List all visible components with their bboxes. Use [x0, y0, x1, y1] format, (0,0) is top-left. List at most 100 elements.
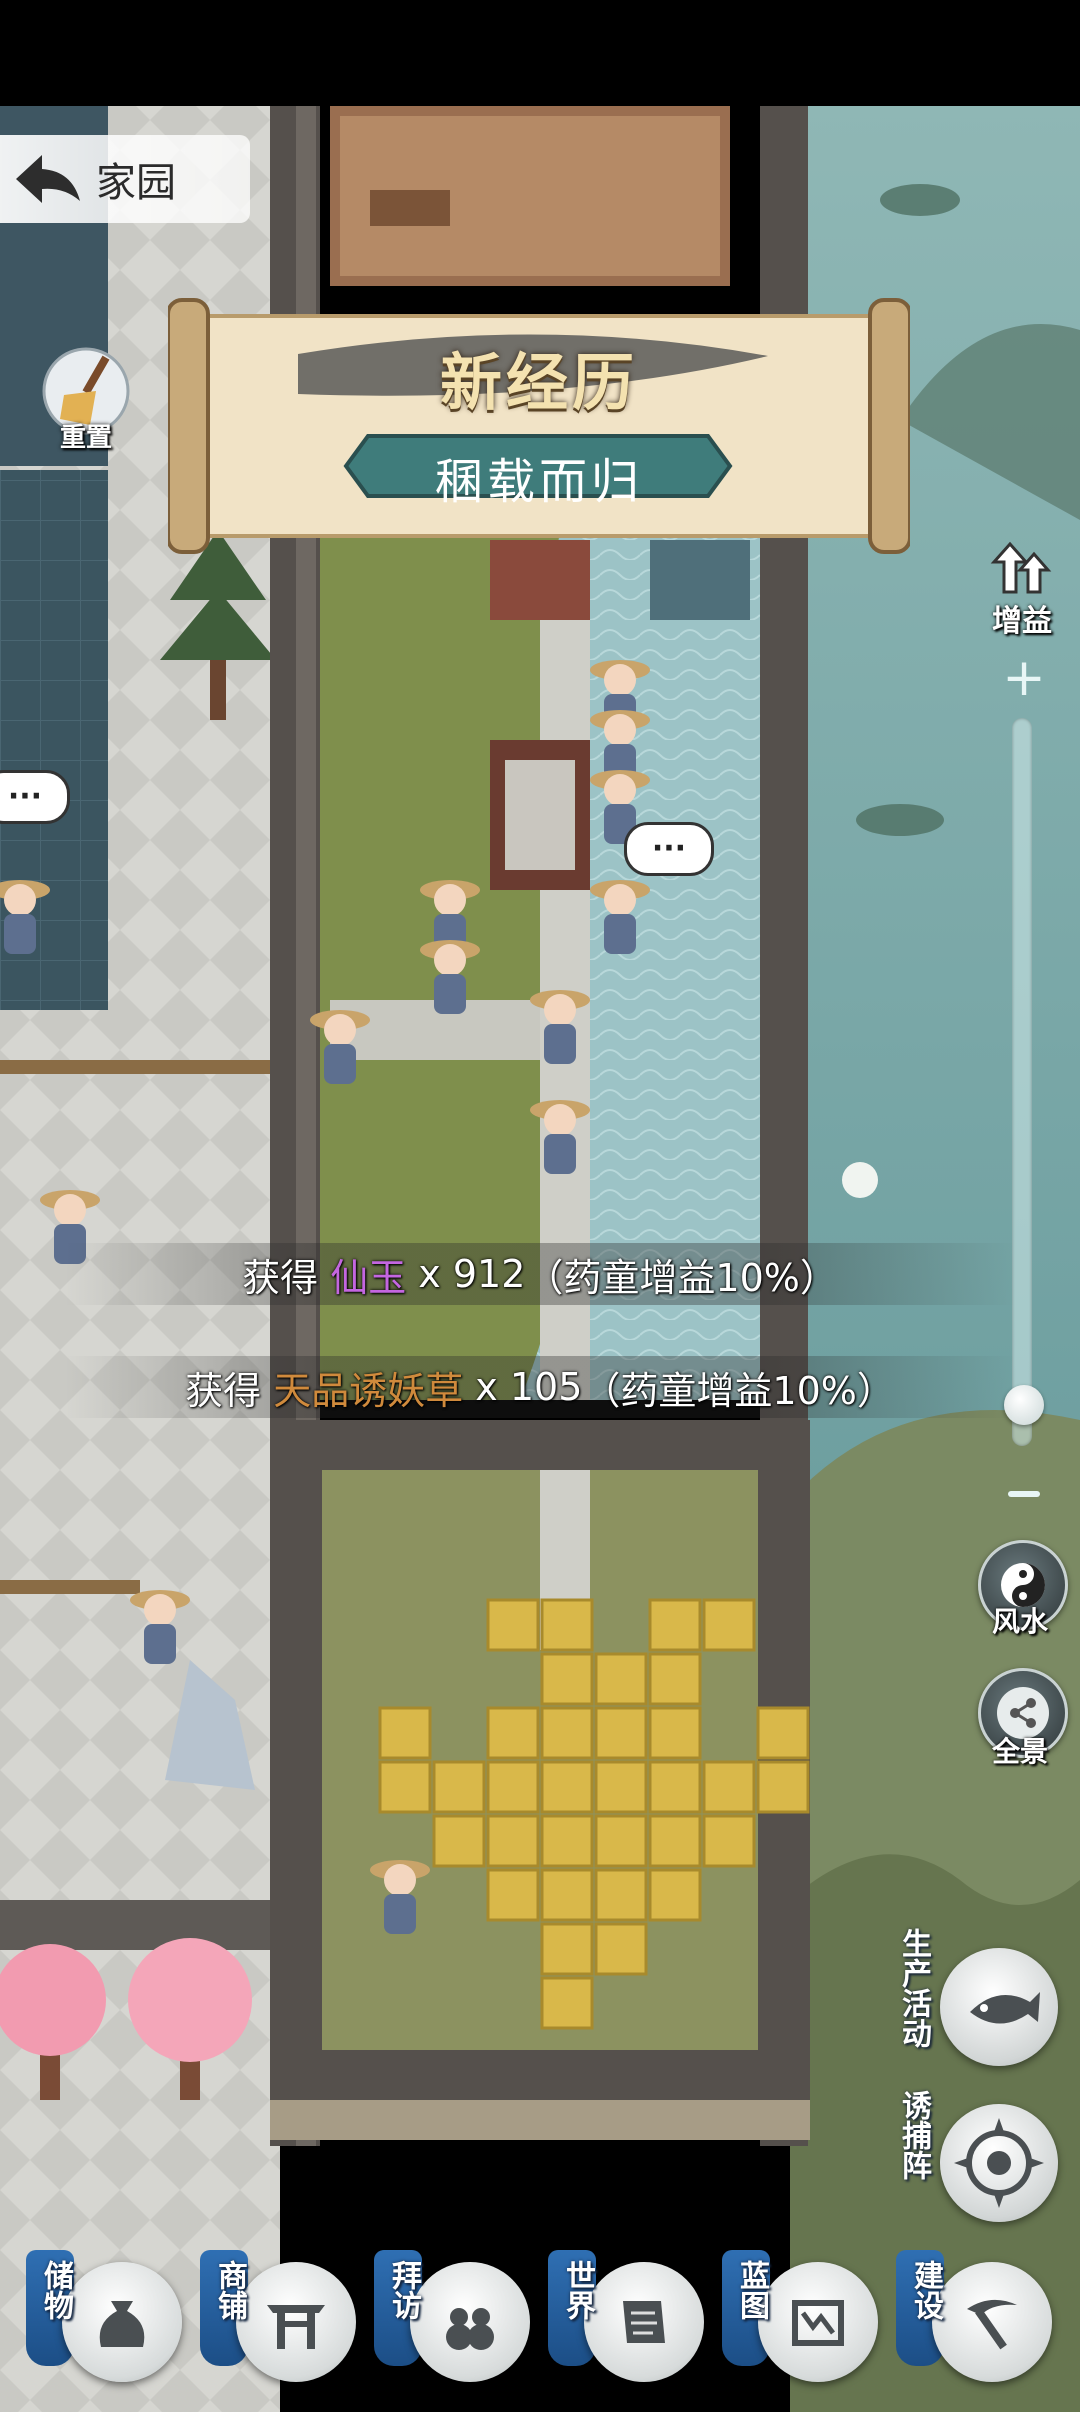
blueprint-icon	[792, 2300, 844, 2346]
hay-bale	[648, 1868, 702, 1922]
shop-button[interactable]	[236, 2262, 356, 2382]
hay-bale	[756, 1760, 810, 1814]
bottom-item-storage[interactable]: 储物	[22, 2250, 182, 2390]
bottom-item-world[interactable]: 世界	[544, 2250, 704, 2390]
reward-item: 仙玉	[330, 1255, 407, 1300]
boost-button[interactable]: 增益	[984, 540, 1060, 640]
bottom-item-blueprint[interactable]: 蓝图	[718, 2250, 878, 2390]
scroll-map-icon	[623, 2301, 665, 2343]
fish-icon	[970, 1992, 1040, 2024]
visit-gourd-icon	[446, 2308, 494, 2350]
up-arrows-icon	[990, 541, 1052, 594]
hay-bale	[486, 1760, 540, 1814]
hay-bale	[540, 1976, 594, 2030]
hay-bale	[378, 1760, 432, 1814]
hay-bale	[540, 1706, 594, 1760]
fengshui-label: 风水	[991, 1605, 1048, 1638]
shop-gate-icon	[267, 2305, 325, 2349]
pickaxe-icon	[967, 2299, 1017, 2350]
lotus-leaf	[880, 184, 960, 216]
hay-bale	[378, 1706, 432, 1760]
lotus-flower	[842, 1162, 878, 1198]
hay-bale	[540, 1868, 594, 1922]
reward-note: （药童增益10%）	[525, 1255, 838, 1300]
bottom-item-shop[interactable]: 商铺	[196, 2250, 356, 2390]
reward-item: 天品诱妖草	[273, 1368, 464, 1413]
hay-bale	[648, 1598, 702, 1652]
production-button[interactable]	[940, 1948, 1058, 2066]
lotus-leaf	[856, 804, 944, 836]
panorama-label: 全景	[991, 1735, 1048, 1768]
hay-bale	[540, 1598, 594, 1652]
compass-array-icon	[954, 2118, 1044, 2208]
build-button[interactable]	[932, 2262, 1052, 2382]
clean-button[interactable]: 重置	[40, 345, 132, 455]
page-title: 家园	[96, 160, 176, 206]
hay-bale	[486, 1598, 540, 1652]
back-arrow-icon	[16, 155, 80, 203]
hay-bale	[486, 1814, 540, 1868]
shrine-floor	[505, 760, 575, 870]
hay-bale	[702, 1814, 756, 1868]
bottom-item-visit[interactable]: 拜访	[370, 2250, 530, 2390]
hay-bale	[648, 1706, 702, 1760]
hay-bale	[540, 1814, 594, 1868]
boost-label: 增益	[992, 604, 1052, 639]
fence	[0, 1580, 140, 1594]
hay-bale	[648, 1814, 702, 1868]
hay-bale	[702, 1760, 756, 1814]
zoom-slider[interactable]	[1012, 718, 1032, 1446]
trap-label: 诱捕阵	[896, 2090, 931, 2180]
hay-bale	[756, 1706, 810, 1760]
bottom-item-label: 世界	[560, 2260, 595, 2320]
speech-bubble: ···	[0, 770, 70, 824]
speech-bubble: ···	[624, 822, 714, 876]
reward-message: 获得 仙玉 x 912 （药童增益10%）	[0, 1243, 1080, 1305]
courtyard-wall	[0, 1900, 280, 1950]
blueprint-button[interactable]	[758, 2262, 878, 2382]
bottom-item-label: 储物	[38, 2260, 73, 2320]
reward-prefix: 获得	[242, 1255, 331, 1300]
bottom-item-label: 商铺	[212, 2260, 247, 2320]
storage-button[interactable]	[62, 2262, 182, 2382]
reward-quantity: x 912	[406, 1252, 526, 1296]
hay-bale	[594, 1868, 648, 1922]
hay-bale	[540, 1652, 594, 1706]
hay-bale	[594, 1760, 648, 1814]
hay-bale	[594, 1706, 648, 1760]
banner-title: 新经历	[439, 346, 638, 419]
trap-formation-button[interactable]	[940, 2104, 1058, 2222]
hay-bale	[486, 1706, 540, 1760]
status-bar	[0, 0, 1080, 106]
hay-bale	[486, 1868, 540, 1922]
clean-label: 重置	[59, 423, 112, 453]
bottom-item-label: 蓝图	[734, 2260, 769, 2320]
zoom-in-button[interactable]: +	[1002, 652, 1046, 704]
world-button[interactable]	[584, 2262, 704, 2382]
hay-bale	[594, 1652, 648, 1706]
zoom-out-button[interactable]	[1002, 1484, 1046, 1504]
table	[370, 190, 450, 226]
hay-bale	[540, 1760, 594, 1814]
hay-bale	[432, 1814, 486, 1868]
hay-bale	[702, 1598, 756, 1652]
reward-prefix: 获得	[185, 1368, 274, 1413]
bag-icon	[99, 2301, 145, 2347]
back-bar[interactable]: 家园	[0, 135, 250, 223]
reward-message: 获得 天品诱妖草 x 105 （药童增益10%）	[0, 1356, 1080, 1418]
achievement-banner: 新经历 稛载而归	[168, 294, 910, 558]
reward-quantity: x 105	[463, 1365, 583, 1409]
reward-note: （药童增益10%）	[582, 1368, 895, 1413]
hay-bale	[594, 1922, 648, 1976]
bottom-item-label: 建设	[908, 2260, 943, 2320]
hay-bale	[540, 1922, 594, 1976]
hay-bale	[594, 1814, 648, 1868]
banner-subtitle: 稛载而归	[434, 454, 643, 510]
bottom-item-label: 拜访	[386, 2260, 421, 2320]
hay-bale	[648, 1652, 702, 1706]
back-button[interactable]	[0, 135, 96, 223]
hay-bale	[648, 1760, 702, 1814]
visit-button[interactable]	[410, 2262, 530, 2382]
hay-bale	[432, 1760, 486, 1814]
bottom-item-build[interactable]: 建设	[892, 2250, 1052, 2390]
